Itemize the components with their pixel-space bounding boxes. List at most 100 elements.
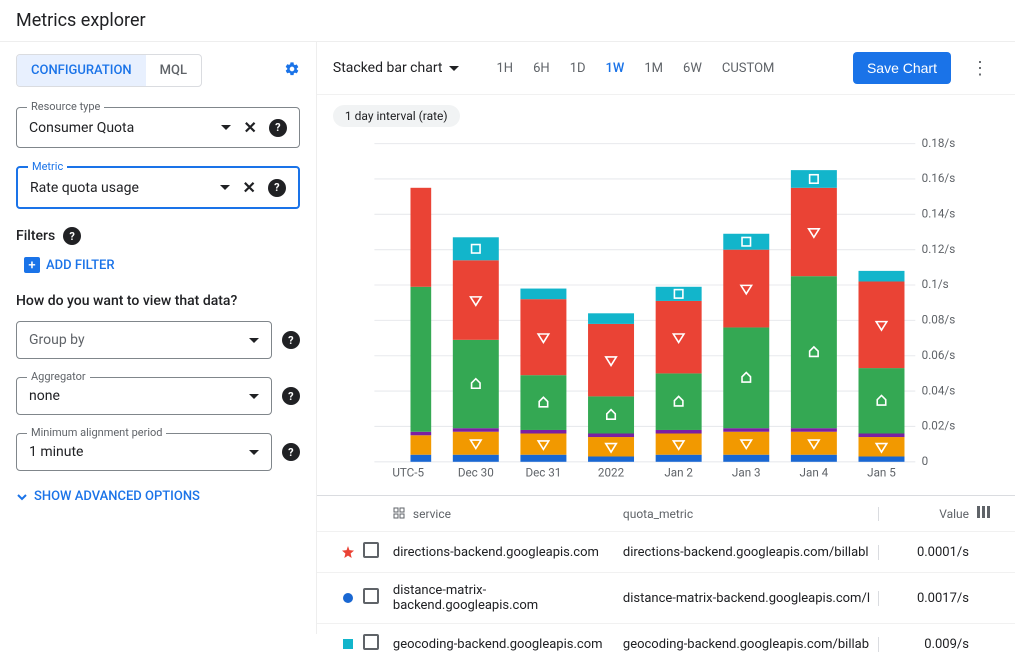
bar-segment <box>588 434 634 438</box>
chevron-down-icon[interactable] <box>221 125 231 130</box>
show-advanced-button[interactable]: SHOW ADVANCED OPTIONS <box>16 489 300 504</box>
tab-configuration[interactable]: CONFIGURATION <box>17 55 146 86</box>
bar-segment <box>520 299 566 375</box>
legend-service: directions-backend.googleapis.com <box>393 545 623 560</box>
resource-type-field[interactable]: Resource type Consumer Quota ✕ ? <box>16 107 300 148</box>
bar-segment <box>791 432 837 455</box>
legend-row[interactable]: directions-backend.googleapis.comdirecti… <box>317 531 1015 572</box>
stacked-bar-chart: 00.02/s0.04/s0.06/s0.08/s0.1/s0.12/s0.14… <box>333 133 999 483</box>
resource-type-value: Consumer Quota <box>29 120 221 136</box>
group-by-field[interactable]: Group by <box>16 321 272 359</box>
bar-segment <box>656 434 702 455</box>
bar-segment <box>791 188 837 276</box>
bar-segment <box>656 301 702 373</box>
bar-segment <box>520 289 566 300</box>
bar-segment <box>453 428 499 432</box>
bar-segment <box>588 456 634 461</box>
time-range-1d[interactable]: 1D <box>562 55 594 82</box>
bar-segment <box>588 313 634 324</box>
legend-value: 0.009/s <box>879 637 969 652</box>
bar-segment <box>723 250 769 328</box>
bar-segment <box>453 260 499 340</box>
chevron-down-icon[interactable] <box>249 338 259 343</box>
bar-segment <box>453 340 499 428</box>
aggregator-field[interactable]: Aggregator none <box>16 377 272 415</box>
help-icon[interactable]: ? <box>63 227 81 245</box>
bar-segment <box>410 188 431 287</box>
series-checkbox[interactable] <box>363 634 379 650</box>
svg-text:0.1/s: 0.1/s <box>922 277 949 291</box>
bar-segment <box>656 455 702 462</box>
svg-text:Jan 5: Jan 5 <box>867 466 896 480</box>
chevron-down-icon[interactable] <box>249 394 259 399</box>
metric-value: Rate quota usage <box>30 180 220 196</box>
legend-service: distance-matrix-backend.googleapis.com <box>393 583 623 613</box>
svg-text:0.02/s: 0.02/s <box>922 419 956 433</box>
help-icon[interactable]: ? <box>282 331 300 349</box>
svg-text:Dec 31: Dec 31 <box>525 466 561 480</box>
svg-text:0.14/s: 0.14/s <box>922 206 956 220</box>
svg-text:Jan 2: Jan 2 <box>664 466 693 480</box>
bar-segment <box>453 432 499 455</box>
interval-badge: 1 day interval (rate) <box>333 105 460 127</box>
bar-segment <box>410 432 431 436</box>
time-range-1h[interactable]: 1H <box>489 55 522 82</box>
svg-text:0.06/s: 0.06/s <box>922 348 956 362</box>
legend-quota-metric: distance-matrix-backend.googleapis.com/l <box>623 591 879 606</box>
svg-text:Dec 30: Dec 30 <box>458 466 494 480</box>
bar-segment <box>453 237 499 260</box>
chart-type-selector[interactable]: Stacked bar chart <box>333 60 459 76</box>
aggregator-label: Aggregator <box>27 370 90 383</box>
series-checkbox[interactable] <box>363 588 379 604</box>
time-range-1w[interactable]: 1W <box>598 55 633 82</box>
time-range-6w[interactable]: 6W <box>675 55 710 82</box>
bar-segment <box>791 428 837 432</box>
legend-table: service quota_metric Value directions-ba… <box>317 495 1015 664</box>
chevron-down-icon[interactable] <box>220 185 230 190</box>
save-chart-button[interactable]: Save Chart <box>853 52 951 84</box>
bar-segment <box>520 375 566 430</box>
help-icon[interactable]: ? <box>282 443 300 461</box>
help-icon[interactable]: ? <box>282 387 300 405</box>
legend-quota-metric: geocoding-backend.googleapis.com/billab <box>623 637 879 652</box>
svg-text:UTC-5: UTC-5 <box>392 466 424 480</box>
add-filter-button[interactable]: + ADD FILTER <box>24 257 300 273</box>
legend-row[interactable]: distance-matrix-backend.googleapis.comdi… <box>317 572 1015 623</box>
svg-text:0.08/s: 0.08/s <box>922 313 956 327</box>
column-select-icon[interactable] <box>969 506 999 521</box>
time-range-custom[interactable]: CUSTOM <box>714 55 782 82</box>
bar-segment <box>410 287 431 432</box>
min-align-field[interactable]: Minimum alignment period 1 minute <box>16 433 272 471</box>
tab-mql[interactable]: MQL <box>146 55 201 86</box>
bar-segment <box>858 271 904 282</box>
chevron-down-icon[interactable] <box>249 450 259 455</box>
bar-segment <box>410 435 431 454</box>
resource-type-label: Resource type <box>27 100 104 113</box>
clear-icon[interactable]: ✕ <box>243 118 256 137</box>
bar-segment <box>858 456 904 461</box>
time-range-6h[interactable]: 6H <box>525 55 558 82</box>
series-checkbox[interactable] <box>363 542 379 558</box>
help-icon[interactable]: ? <box>268 179 286 197</box>
time-range-1m[interactable]: 1M <box>636 55 671 82</box>
more-icon[interactable]: ⋮ <box>961 58 999 79</box>
bar-segment <box>588 324 634 396</box>
bar-segment <box>520 434 566 455</box>
bar-segment <box>858 368 904 433</box>
svg-text:0: 0 <box>922 454 929 468</box>
min-align-value: 1 minute <box>29 444 249 460</box>
series-marker-icon <box>333 592 363 604</box>
bar-segment <box>858 437 904 456</box>
config-panel: CONFIGURATION MQL Resource type Consumer… <box>0 42 317 634</box>
metric-field[interactable]: Metric Rate quota usage ✕ ? <box>16 166 300 209</box>
bar-segment <box>723 428 769 432</box>
bar-segment <box>723 455 769 462</box>
bar-segment <box>656 430 702 434</box>
help-icon[interactable]: ? <box>269 119 287 137</box>
svg-text:0.04/s: 0.04/s <box>922 383 956 397</box>
bar-segment <box>791 170 837 188</box>
filters-heading: Filters ? <box>16 227 300 245</box>
clear-icon[interactable]: ✕ <box>242 178 255 197</box>
gear-icon[interactable] <box>284 61 300 81</box>
legend-row[interactable]: geocoding-backend.googleapis.comgeocodin… <box>317 623 1015 664</box>
